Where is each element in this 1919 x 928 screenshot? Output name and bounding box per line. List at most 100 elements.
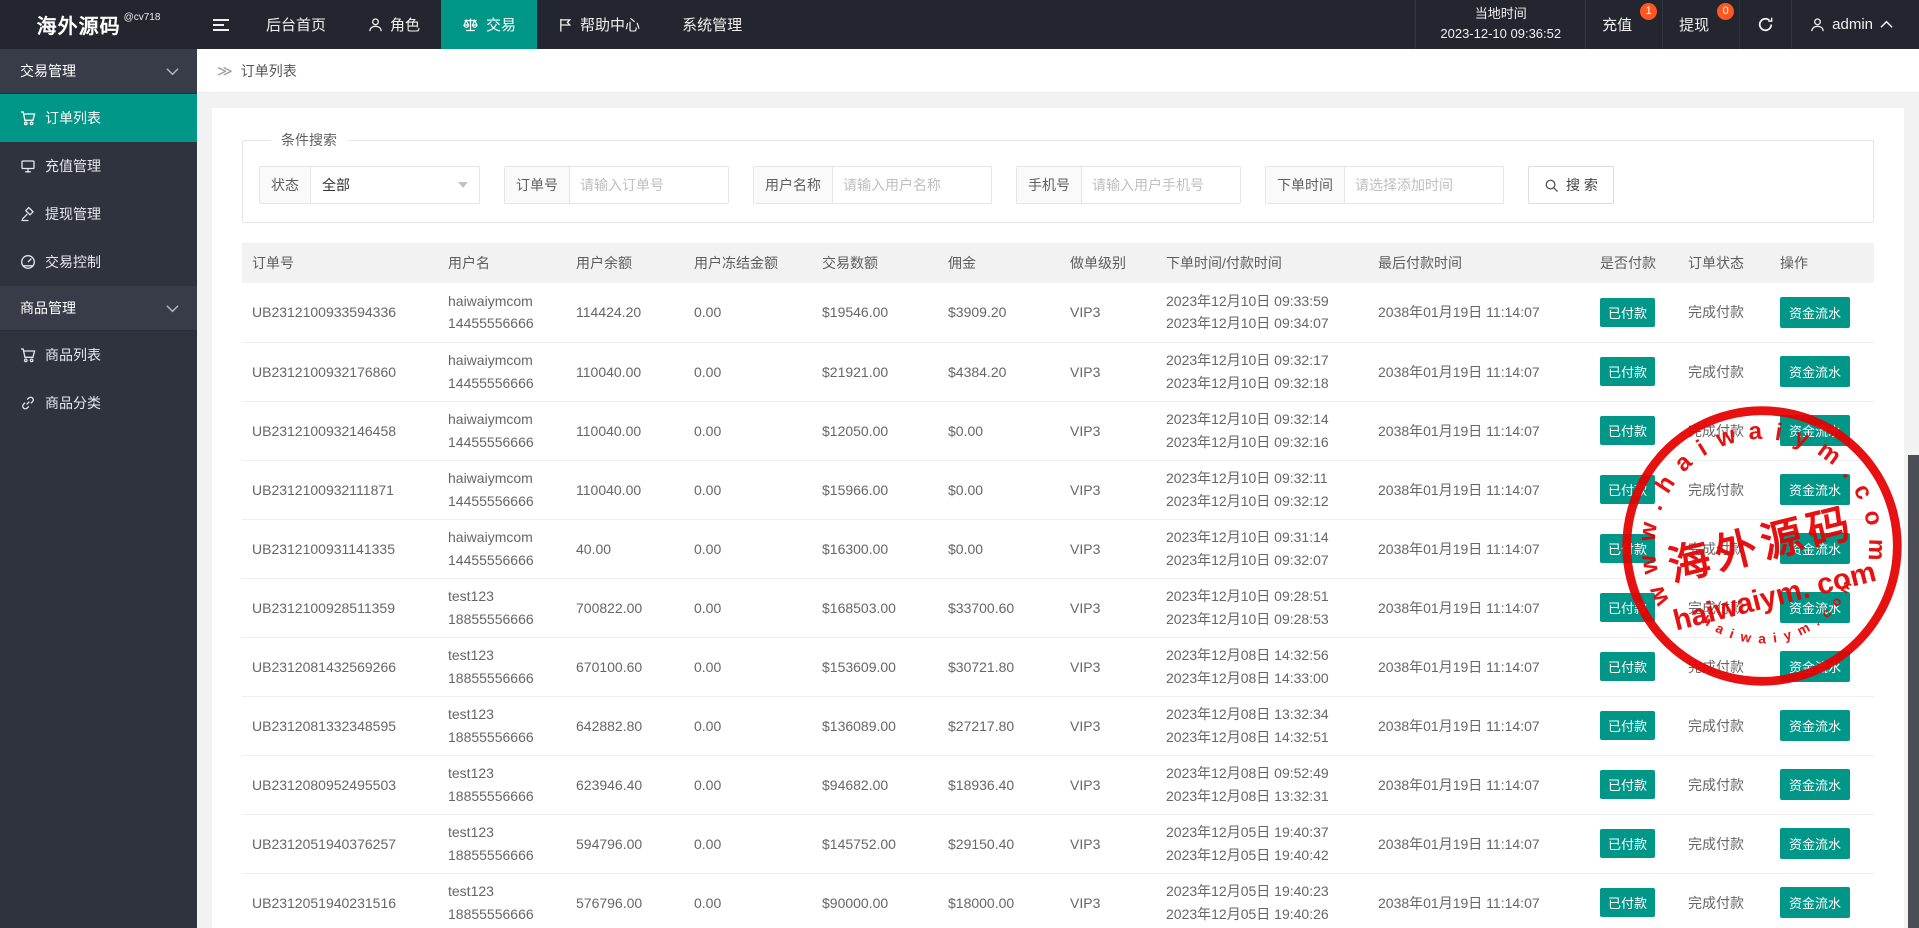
fund-flow-button[interactable]: 资金流水	[1780, 533, 1850, 564]
refresh-button[interactable]	[1740, 0, 1792, 49]
header-row: 订单号 用户名 用户余额 用户冻结金额 交易数额 佣金 做单级别 下单时间/付款…	[242, 243, 1874, 283]
fund-flow-button[interactable]: 资金流水	[1780, 710, 1850, 741]
cell-frozen: 0.00	[684, 814, 812, 873]
cell-action: 资金流水	[1770, 519, 1874, 578]
cell-order-no: UB2312080952495503	[242, 755, 438, 814]
fund-flow-button[interactable]: 资金流水	[1780, 651, 1850, 682]
fund-flow-button[interactable]: 资金流水	[1780, 474, 1850, 505]
order-no-input[interactable]	[570, 167, 728, 203]
sidebar-item-label: 商品列表	[45, 345, 101, 365]
nav-label: 角色	[390, 14, 420, 35]
vertical-scrollbar-thumb[interactable]	[1908, 455, 1919, 928]
cell-level: VIP3	[1060, 342, 1156, 401]
nav-system[interactable]: 系统管理	[661, 0, 763, 49]
cell-paid: 已付款	[1590, 696, 1678, 755]
cell-level: VIP3	[1060, 696, 1156, 755]
local-time-value: 2023-12-10 09:36:52	[1440, 26, 1561, 43]
cell-last-pay-time: 2038年01月19日 11:14:07	[1368, 283, 1590, 342]
sidebar-item-trade-control[interactable]: 交易控制	[0, 238, 197, 286]
cell-level: VIP3	[1060, 519, 1156, 578]
sidebar-item-goods-category[interactable]: 商品分类	[0, 379, 197, 427]
nav-help-center[interactable]: 帮助中心	[537, 0, 661, 49]
cell-order-no: UB2312100932146458	[242, 401, 438, 460]
cell-order-no: UB2312051940376257	[242, 814, 438, 873]
status-select[interactable]: 全部	[311, 167, 479, 203]
fund-flow-button[interactable]: 资金流水	[1780, 769, 1850, 800]
cell-last-pay-time: 2038年01月19日 11:14:07	[1368, 696, 1590, 755]
cell-amount: $15966.00	[812, 460, 938, 519]
sidebar-item-label: 订单列表	[45, 108, 101, 128]
nav-trade[interactable]: 交易	[441, 0, 537, 49]
paid-badge: 已付款	[1600, 357, 1655, 386]
cell-user: test12318855556666	[438, 755, 566, 814]
cell-status: 完成付款	[1678, 873, 1770, 928]
user-menu[interactable]: admin	[1792, 0, 1919, 49]
cell-balance: 110040.00	[566, 342, 684, 401]
withdraw-link[interactable]: 提现 0	[1663, 0, 1740, 49]
user-name-input[interactable]	[833, 167, 991, 203]
cell-frozen: 0.00	[684, 342, 812, 401]
cell-times: 2023年12月05日 19:40:232023年12月05日 19:40:26	[1156, 873, 1368, 928]
fund-flow-button[interactable]: 资金流水	[1780, 887, 1850, 918]
sidebar-item-order-list[interactable]: 订单列表	[0, 94, 197, 142]
cell-order-no: UB2312100933594336	[242, 283, 438, 342]
cell-frozen: 0.00	[684, 873, 812, 928]
cell-action: 资金流水	[1770, 401, 1874, 460]
paid-badge: 已付款	[1600, 829, 1655, 858]
page-title: 订单列表	[241, 61, 297, 81]
app-version-tag: @cv718	[124, 12, 161, 23]
chevron-down-icon	[166, 304, 179, 313]
cell-balance: 576796.00	[566, 873, 684, 928]
sidebar-group-trade[interactable]: 交易管理	[0, 49, 197, 94]
cell-order-no: UB2312100932176860	[242, 342, 438, 401]
cell-user: test12318855556666	[438, 814, 566, 873]
fund-flow-button[interactable]: 资金流水	[1780, 592, 1850, 623]
cell-user: test12318855556666	[438, 578, 566, 637]
table-row: UB2312100932176860haiwaiymcom14455556666…	[242, 342, 1874, 401]
recharge-board-icon	[20, 158, 36, 174]
cell-commission: $3909.20	[938, 283, 1060, 342]
fund-flow-button[interactable]: 资金流水	[1780, 828, 1850, 859]
fund-flow-button[interactable]: 资金流水	[1780, 356, 1850, 387]
app-logo[interactable]: 海外源码 @cv718	[0, 0, 197, 49]
cell-paid: 已付款	[1590, 755, 1678, 814]
cell-user: haiwaiymcom14455556666	[438, 401, 566, 460]
app-title: 海外源码	[37, 10, 121, 39]
cell-times: 2023年12月10日 09:31:142023年12月10日 09:32:07	[1156, 519, 1368, 578]
cart-icon	[20, 347, 36, 363]
phone-input[interactable]	[1082, 167, 1240, 203]
sidebar-item-recharge-mgmt[interactable]: 充值管理	[0, 142, 197, 190]
cell-commission: $27217.80	[938, 696, 1060, 755]
search-panel-legend: 条件搜索	[271, 130, 347, 150]
cell-last-pay-time: 2038年01月19日 11:14:07	[1368, 637, 1590, 696]
sidebar-group-goods[interactable]: 商品管理	[0, 286, 197, 331]
cell-frozen: 0.00	[684, 283, 812, 342]
search-button[interactable]: 搜 索	[1528, 166, 1614, 204]
cell-amount: $153609.00	[812, 637, 938, 696]
cell-paid: 已付款	[1590, 519, 1678, 578]
cell-commission: $0.00	[938, 401, 1060, 460]
user-icon	[1810, 17, 1825, 33]
cell-amount: $90000.00	[812, 873, 938, 928]
fund-flow-button[interactable]: 资金流水	[1780, 297, 1850, 328]
cell-amount: $168503.00	[812, 578, 938, 637]
nav-roles[interactable]: 角色	[347, 0, 441, 49]
sidebar-item-label: 充值管理	[45, 156, 101, 176]
cell-last-pay-time: 2038年01月19日 11:14:07	[1368, 814, 1590, 873]
cell-status: 完成付款	[1678, 401, 1770, 460]
col-frozen: 用户冻结金额	[684, 243, 812, 283]
scales-icon	[462, 17, 479, 33]
fund-flow-button[interactable]: 资金流水	[1780, 415, 1850, 446]
sidebar-item-withdraw-mgmt[interactable]: 提现管理	[0, 190, 197, 238]
sidebar-item-goods-list[interactable]: 商品列表	[0, 331, 197, 379]
recharge-link[interactable]: 充值 1	[1586, 0, 1663, 49]
cell-balance: 670100.60	[566, 637, 684, 696]
order-time-input[interactable]	[1345, 167, 1503, 203]
menu-collapse-icon[interactable]	[197, 0, 245, 49]
cell-paid: 已付款	[1590, 814, 1678, 873]
cell-amount: $145752.00	[812, 814, 938, 873]
col-order-no: 订单号	[242, 243, 438, 283]
cell-times: 2023年12月10日 09:28:512023年12月10日 09:28:53	[1156, 578, 1368, 637]
nav-dashboard[interactable]: 后台首页	[245, 0, 347, 49]
status-label: 状态	[260, 167, 311, 203]
